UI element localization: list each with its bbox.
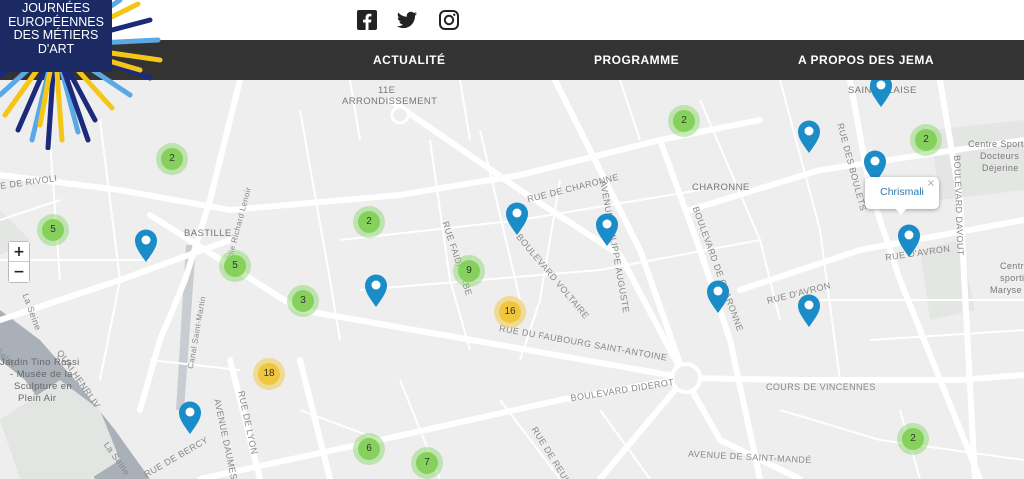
map-cluster[interactable]: 16 bbox=[494, 296, 526, 328]
map-pin[interactable] bbox=[869, 80, 893, 108]
cluster-count: 5 bbox=[224, 255, 246, 277]
map-pin[interactable] bbox=[595, 213, 619, 247]
nav-item-actualite[interactable]: ACTUALITÉ bbox=[373, 40, 446, 80]
cluster-count: 2 bbox=[673, 110, 695, 132]
map-label: Jardin Tino Rossi bbox=[0, 357, 80, 368]
map-cluster[interactable]: 3 bbox=[287, 285, 319, 317]
zoom-out-button[interactable]: − bbox=[9, 262, 29, 282]
map-pin[interactable] bbox=[706, 280, 730, 314]
map-label: Docteurs bbox=[980, 151, 1020, 161]
cluster-count: 3 bbox=[292, 290, 314, 312]
nav-item-a-propos[interactable]: A PROPOS DES JEMA bbox=[798, 40, 934, 80]
cluster-count: 2 bbox=[161, 148, 183, 170]
map-cluster[interactable]: 2 bbox=[353, 206, 385, 238]
cluster-count: 9 bbox=[458, 260, 480, 282]
zoom-control: + − bbox=[8, 241, 30, 283]
cluster-count: 16 bbox=[499, 301, 521, 323]
instagram-icon[interactable] bbox=[438, 9, 460, 31]
map-label: Plein Air bbox=[18, 393, 57, 404]
map-cluster[interactable]: 2 bbox=[897, 423, 929, 455]
cluster-count: 6 bbox=[358, 438, 380, 460]
map-cluster[interactable]: 6 bbox=[353, 433, 385, 465]
map-pin[interactable] bbox=[797, 120, 821, 154]
site-logo[interactable]: JOURNÉES EUROPÉENNES DES MÉTIERS D'ART bbox=[0, 0, 170, 150]
map-cluster[interactable]: 18 bbox=[253, 358, 285, 390]
map-label: sportif bbox=[1000, 273, 1024, 283]
map-popup: Chrismali × bbox=[865, 177, 939, 215]
map-pin[interactable] bbox=[797, 294, 821, 328]
map-cluster[interactable]: 7 bbox=[411, 447, 443, 479]
map-cluster[interactable]: 2 bbox=[668, 105, 700, 137]
map-pin[interactable] bbox=[897, 224, 921, 258]
map-pin[interactable] bbox=[364, 274, 388, 308]
map-label: ARRONDISSEMENT bbox=[342, 96, 438, 107]
map-pin[interactable] bbox=[505, 202, 529, 236]
map-label: BASTILLE bbox=[184, 228, 232, 239]
cluster-count: 2 bbox=[358, 211, 380, 233]
logo-line: JOURNÉES bbox=[21, 1, 91, 15]
cluster-count: 18 bbox=[258, 363, 280, 385]
map-label: Centre bbox=[1000, 261, 1024, 271]
map-label: Déjerine bbox=[982, 163, 1019, 173]
cluster-count: 5 bbox=[42, 219, 64, 241]
map-label: Sculpture en bbox=[14, 381, 73, 392]
map-label: Maryse bbox=[990, 285, 1022, 295]
map-label: - Musée de la bbox=[10, 369, 73, 380]
map-label: Centre Sportif bbox=[968, 139, 1024, 149]
map-cluster[interactable]: 5 bbox=[219, 250, 251, 282]
twitter-icon[interactable] bbox=[396, 9, 418, 31]
map-label: 11E bbox=[378, 85, 396, 96]
logo-line: D'ART bbox=[37, 41, 75, 56]
cluster-count: 7 bbox=[416, 452, 438, 474]
logo-line: EUROPÉENNES bbox=[8, 14, 104, 29]
popup-tip bbox=[895, 208, 907, 215]
map-pin[interactable] bbox=[134, 229, 158, 263]
zoom-in-button[interactable]: + bbox=[9, 242, 29, 262]
cluster-count: 2 bbox=[915, 129, 937, 151]
cluster-count: 2 bbox=[902, 428, 924, 450]
nav-item-programme[interactable]: PROGRAMME bbox=[594, 40, 679, 80]
map-pin[interactable] bbox=[178, 401, 202, 435]
map-cluster[interactable]: 2 bbox=[910, 124, 942, 156]
logo-line: DES MÉTIERS bbox=[13, 28, 99, 42]
map-cluster[interactable]: 5 bbox=[37, 214, 69, 246]
map-cluster[interactable]: 9 bbox=[453, 255, 485, 287]
facebook-icon[interactable] bbox=[356, 9, 378, 31]
popup-close-button[interactable]: × bbox=[927, 178, 935, 189]
map-label: CHARONNE bbox=[692, 182, 750, 193]
map-label: COURS DE VINCENNES bbox=[766, 382, 876, 392]
logo-text: JOURNÉES EUROPÉENNES DES MÉTIERS D'ART bbox=[2, 1, 110, 56]
